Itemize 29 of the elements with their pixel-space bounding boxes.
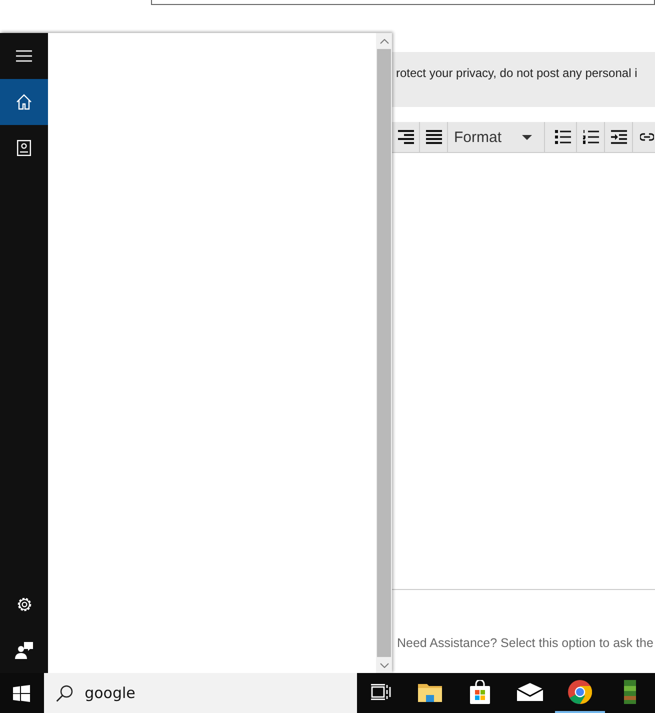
browser-icon[interactable] bbox=[568, 680, 592, 704]
mail-icon[interactable] bbox=[517, 683, 543, 701]
notice-text: rotect your privacy, do not post any personal i bbox=[396, 66, 638, 80]
justify-icon bbox=[426, 130, 442, 144]
numbered-list-icon bbox=[582, 130, 598, 144]
settings-icon bbox=[16, 596, 32, 612]
bulleted-list-icon bbox=[554, 130, 570, 144]
search-field[interactable]: google bbox=[84, 684, 285, 702]
search-icon bbox=[56, 684, 73, 702]
search-box[interactable]: google bbox=[44, 673, 357, 713]
link-icon bbox=[640, 133, 654, 141]
store-icon[interactable] bbox=[469, 680, 491, 704]
notebook-icon bbox=[17, 140, 31, 156]
feedback-icon bbox=[15, 641, 33, 659]
indent-icon bbox=[610, 130, 626, 144]
rail-button[interactable] bbox=[0, 79, 48, 125]
caret-icon bbox=[522, 134, 532, 140]
scroll-thumb[interactable] bbox=[377, 49, 391, 657]
assistance-text: Need Assistance? Select this option to ask the bbox=[397, 636, 654, 650]
windows-icon bbox=[13, 684, 30, 702]
scroll-up-icon[interactable] bbox=[380, 38, 388, 44]
folder-icon[interactable] bbox=[418, 682, 442, 702]
home-icon bbox=[16, 94, 32, 110]
scrollbar[interactable] bbox=[376, 33, 392, 673]
align-right-icon bbox=[398, 130, 414, 144]
scroll-down-icon[interactable] bbox=[380, 662, 388, 668]
menu-icon bbox=[16, 50, 32, 62]
text-field[interactable] bbox=[151, 0, 655, 5]
task-view-icon[interactable] bbox=[371, 684, 391, 700]
